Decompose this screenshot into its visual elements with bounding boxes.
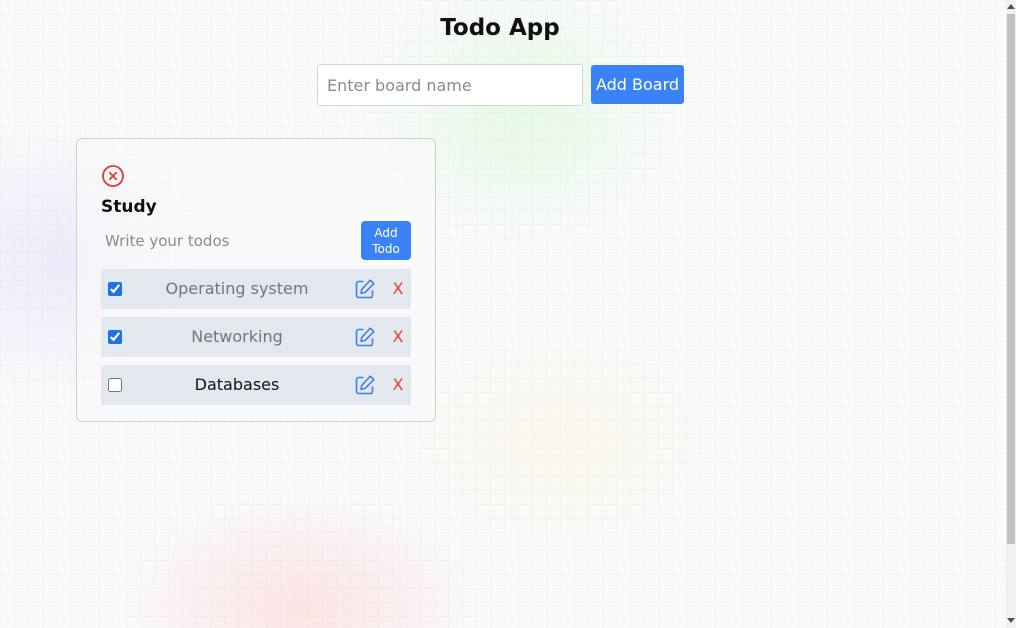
todo-item: Networking X bbox=[101, 317, 411, 357]
add-board-button[interactable]: Add Board bbox=[591, 65, 684, 104]
scroll-up-arrow-icon[interactable] bbox=[1007, 4, 1015, 9]
board-name-input[interactable] bbox=[317, 64, 583, 106]
edit-icon[interactable] bbox=[354, 374, 376, 396]
remove-todo-button[interactable]: X bbox=[390, 317, 406, 357]
scroll-down-arrow-icon[interactable] bbox=[1007, 618, 1015, 623]
board-card: Study Add Todo Operating system X Networ… bbox=[76, 138, 436, 422]
todo-item: Databases X bbox=[101, 365, 411, 405]
todo-text: Networking bbox=[191, 327, 283, 346]
todo-checkbox[interactable] bbox=[108, 378, 122, 392]
remove-todo-button[interactable]: X bbox=[390, 269, 406, 309]
add-todo-label-line1: Add bbox=[374, 225, 398, 240]
todo-input[interactable] bbox=[101, 228, 351, 254]
edit-icon[interactable] bbox=[354, 326, 376, 348]
remove-todo-button[interactable]: X bbox=[390, 365, 406, 405]
todo-checkbox[interactable] bbox=[108, 282, 122, 296]
todo-item: Operating system X bbox=[101, 269, 411, 309]
scrollbar-thumb[interactable] bbox=[1007, 14, 1015, 544]
todo-text: Operating system bbox=[165, 279, 309, 298]
add-todo-label-line2: Todo bbox=[372, 241, 400, 256]
todo-text: Databases bbox=[194, 375, 280, 394]
todo-checkbox[interactable] bbox=[108, 330, 122, 344]
page-scrollbar[interactable] bbox=[1006, 0, 1016, 628]
board-title: Study bbox=[101, 197, 157, 217]
add-todo-button[interactable]: Add Todo bbox=[361, 221, 411, 260]
page-title: Todo App bbox=[440, 15, 560, 41]
edit-icon[interactable] bbox=[354, 278, 376, 300]
delete-board-icon[interactable] bbox=[101, 164, 125, 188]
